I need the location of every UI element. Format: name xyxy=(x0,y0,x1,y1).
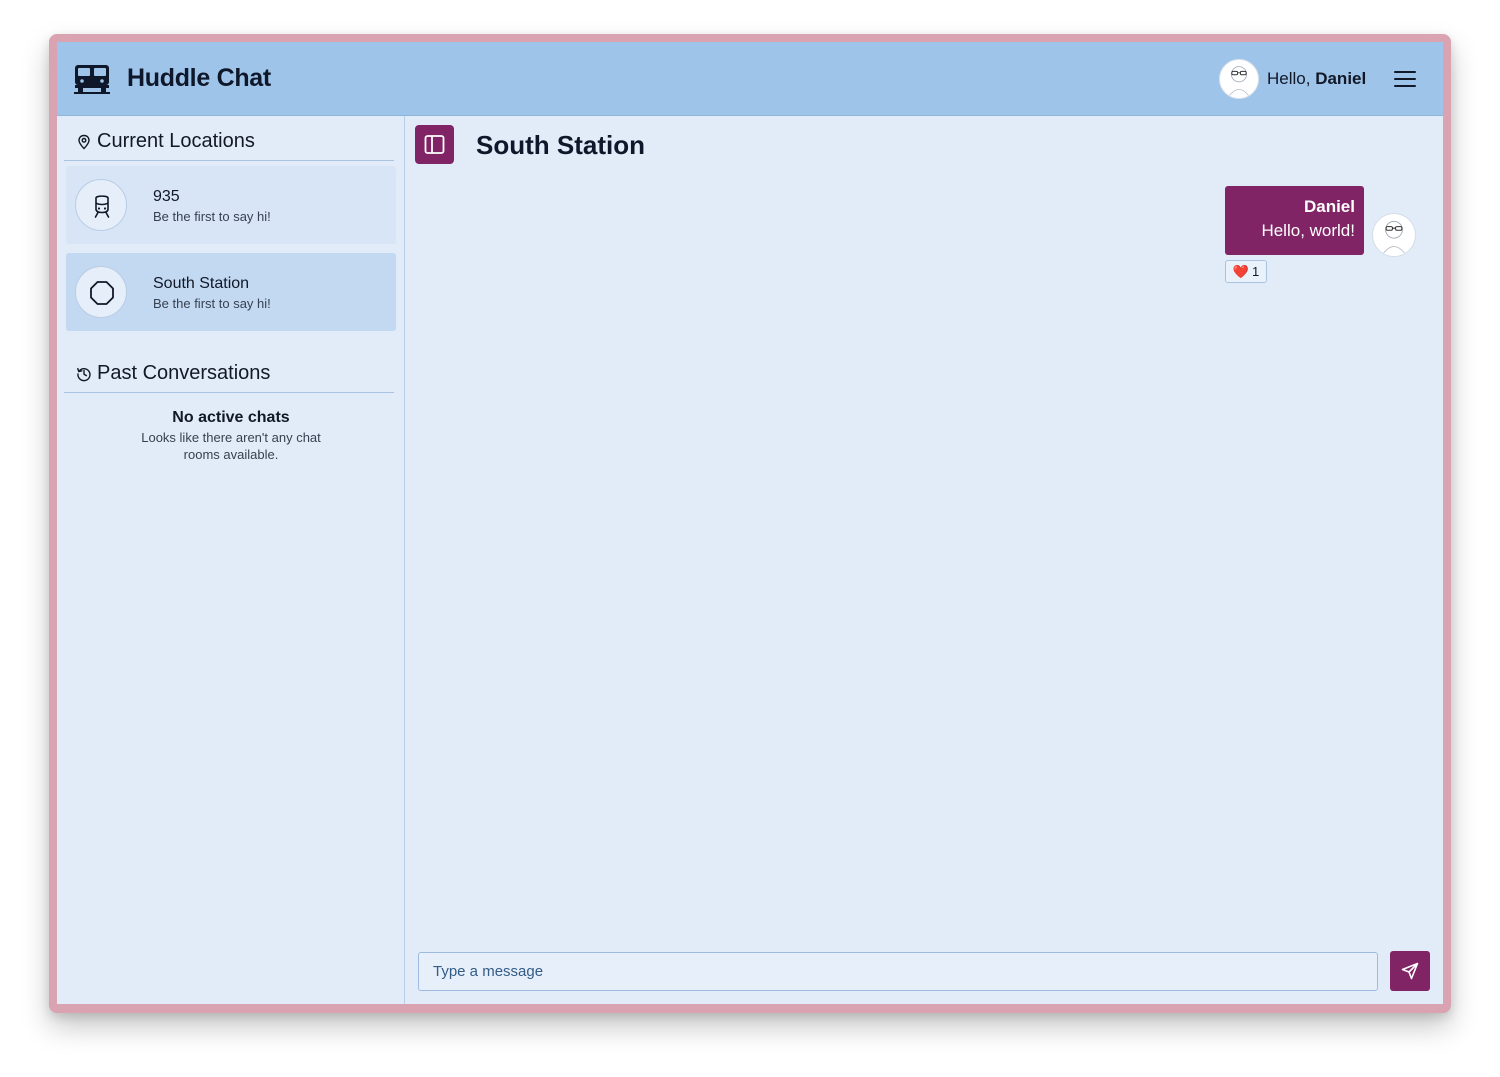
hamburger-menu-icon[interactable] xyxy=(1393,68,1417,90)
current-locations-heading: Current Locations xyxy=(97,130,255,152)
message-author: Daniel xyxy=(1303,197,1355,216)
location-name: 935 xyxy=(153,188,180,205)
sidebar: Current Locations 935 Be the first to sa… xyxy=(57,116,405,1004)
message-input[interactable] xyxy=(418,952,1378,991)
sidebar-toggle-icon xyxy=(424,135,445,154)
empty-state-title: No active chats xyxy=(172,409,290,426)
reaction-count: 1 xyxy=(1251,264,1260,279)
history-icon xyxy=(77,367,91,382)
greeting: Hello, Daniel xyxy=(1267,69,1366,89)
bus-logo-icon xyxy=(74,65,110,94)
past-conversations-header: Past Conversations xyxy=(64,348,394,393)
location-subtitle: Be the first to say hi! xyxy=(153,296,271,311)
message-bubble[interactable]: Daniel Hello, world! xyxy=(1225,186,1364,255)
sidebar-toggle-button[interactable] xyxy=(415,125,454,164)
chat-panel: South Station Daniel Hello, world! ❤️ 1 xyxy=(406,116,1443,1004)
room-title: South Station xyxy=(476,130,645,160)
empty-state-subtitle: Looks like there aren't any chat rooms a… xyxy=(141,430,321,462)
send-button[interactable] xyxy=(1390,951,1430,991)
greeting-username: Daniel xyxy=(1315,69,1367,88)
location-name: South Station xyxy=(153,275,250,292)
message-avatar xyxy=(1372,213,1416,257)
app-window: Huddle Chat Hello, Daniel Current Locati… xyxy=(57,42,1443,1004)
avatar-sketch-icon xyxy=(1381,220,1407,256)
heart-emoji-icon: ❤️ xyxy=(1232,263,1249,279)
map-pin-icon xyxy=(78,134,90,150)
app-title: Huddle Chat xyxy=(127,64,271,92)
location-avatar xyxy=(75,179,127,231)
location-item-south-station[interactable]: South Station Be the first to say hi! xyxy=(66,253,396,331)
train-icon xyxy=(94,195,110,218)
location-item-935[interactable]: 935 Be the first to say hi! xyxy=(66,166,396,244)
location-avatar xyxy=(75,266,127,318)
current-locations-header: Current Locations xyxy=(64,116,394,161)
avatar-sketch-icon xyxy=(1227,66,1251,98)
location-subtitle: Be the first to say hi! xyxy=(153,209,271,224)
top-bar: Huddle Chat Hello, Daniel xyxy=(57,42,1443,116)
send-icon xyxy=(1401,962,1419,980)
past-conversations-heading: Past Conversations xyxy=(97,362,271,384)
user-avatar[interactable] xyxy=(1219,59,1259,99)
message-text: Hello, world! xyxy=(1261,221,1355,240)
reaction-chip[interactable]: ❤️ 1 xyxy=(1225,260,1267,283)
octagon-icon xyxy=(90,281,114,305)
greeting-prefix: Hello, xyxy=(1267,69,1311,88)
